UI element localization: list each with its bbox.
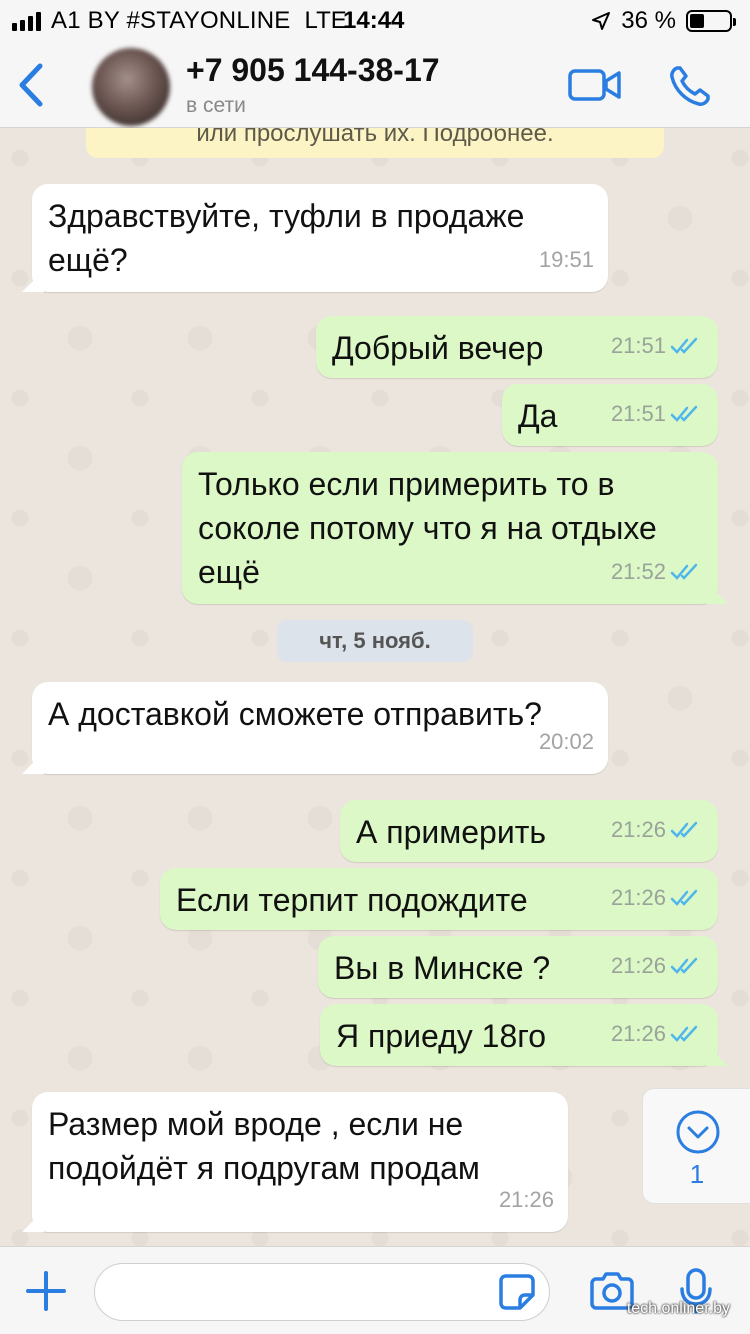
message-time: 19:51: [538, 247, 594, 272]
chat-header: +7 905 144-38-17 в сети: [0, 42, 750, 128]
message-meta: 21:26: [611, 876, 704, 920]
message-meta: 21:26: [611, 1012, 704, 1056]
contact-name[interactable]: +7 905 144-38-17: [186, 52, 440, 89]
message-outgoing[interactable]: Только если примерить то в соколе потому …: [182, 452, 718, 604]
battery-level: [690, 14, 704, 28]
date-separator: чт, 5 нояб.: [277, 620, 473, 662]
message-meta: 21:26: [611, 808, 704, 852]
status-left: A1 BY #STAYONLINE LTE: [12, 7, 347, 35]
message-time: 21:26: [610, 885, 666, 910]
carrier-name: A1 BY #STAYONLINE: [51, 7, 291, 34]
read-ticks-icon: [670, 337, 698, 354]
watermark: tech.onliner.by: [626, 1300, 730, 1317]
message-meta: 20:02: [539, 720, 594, 764]
message-meta: 21:26: [611, 944, 704, 988]
message-outgoing[interactable]: Вы в Минске ? 21:26: [318, 936, 718, 998]
read-ticks-icon: [670, 563, 698, 580]
message-meta: 21:51: [611, 324, 704, 368]
chevron-left-icon[interactable]: [14, 60, 50, 110]
location-arrow-icon: [592, 12, 611, 30]
message-incoming[interactable]: Здравствуйте, туфли в продаже ещё? 19:51: [32, 184, 608, 292]
avatar[interactable]: [92, 48, 170, 126]
read-ticks-icon: [670, 957, 698, 974]
message-meta: 21:52: [611, 550, 704, 594]
message-time: 21:26: [610, 817, 666, 842]
video-call-icon[interactable]: [568, 68, 622, 102]
message-time: 21:51: [610, 333, 666, 358]
status-bar: A1 BY #STAYONLINE LTE 14:44 36 %: [0, 0, 750, 42]
message-outgoing[interactable]: Если терпит подождите 21:26: [160, 868, 718, 930]
sticker-icon[interactable]: [498, 1273, 536, 1311]
message-time: 20:02: [538, 729, 594, 754]
network-type: LTE: [304, 7, 347, 34]
message-meta: 19:51: [539, 238, 594, 282]
message-outgoing[interactable]: Да 21:51: [502, 384, 718, 446]
message-time: 21:26: [610, 1021, 666, 1046]
message-time: 21:26: [610, 953, 666, 978]
status-time: 14:44: [343, 7, 405, 34]
status-right: 36 %: [591, 7, 736, 35]
scroll-to-bottom-button[interactable]: 1: [642, 1088, 750, 1204]
message-time: 21:52: [610, 559, 666, 584]
message-time: 21:51: [610, 401, 666, 426]
message-meta: 21:26: [499, 1178, 554, 1222]
encryption-notice[interactable]: или прослушать их. Подробнее.: [86, 128, 664, 158]
message-time: 21:26: [498, 1187, 554, 1212]
message-meta: 21:51: [611, 392, 704, 436]
message-text: Здравствуйте, туфли в продаже ещё?: [48, 198, 525, 278]
chat-area[interactable]: или прослушать их. Подробнее. Здравствуй…: [0, 128, 750, 1246]
message-incoming[interactable]: Размер мой вроде , если не подойдёт я под…: [32, 1092, 568, 1232]
message-outgoing[interactable]: Добрый вечер 21:51: [316, 316, 718, 378]
read-ticks-icon: [670, 821, 698, 838]
battery-icon: [686, 10, 736, 32]
chevron-down-circle-icon: [676, 1110, 720, 1154]
message-outgoing[interactable]: А примерить 21:26: [340, 800, 718, 862]
read-ticks-icon: [670, 889, 698, 906]
read-ticks-icon: [670, 405, 698, 422]
signal-strength-icon: [12, 11, 41, 31]
message-outgoing[interactable]: Я приеду 18го 21:26: [320, 1004, 718, 1066]
message-input[interactable]: [94, 1263, 550, 1321]
input-bar: [0, 1246, 750, 1334]
read-ticks-icon: [670, 1025, 698, 1042]
phone-icon[interactable]: [668, 64, 712, 108]
message-text: Размер мой вроде , если не подойдёт я под…: [48, 1106, 480, 1186]
contact-status: в сети: [186, 94, 246, 117]
message-incoming[interactable]: А доставкой сможете отправить? 20:02: [32, 682, 608, 774]
plus-icon[interactable]: [24, 1269, 68, 1313]
battery-percent: 36 %: [621, 7, 676, 34]
message-text: А доставкой сможете отправить?: [48, 696, 542, 732]
unread-count: 1: [689, 1159, 705, 1189]
